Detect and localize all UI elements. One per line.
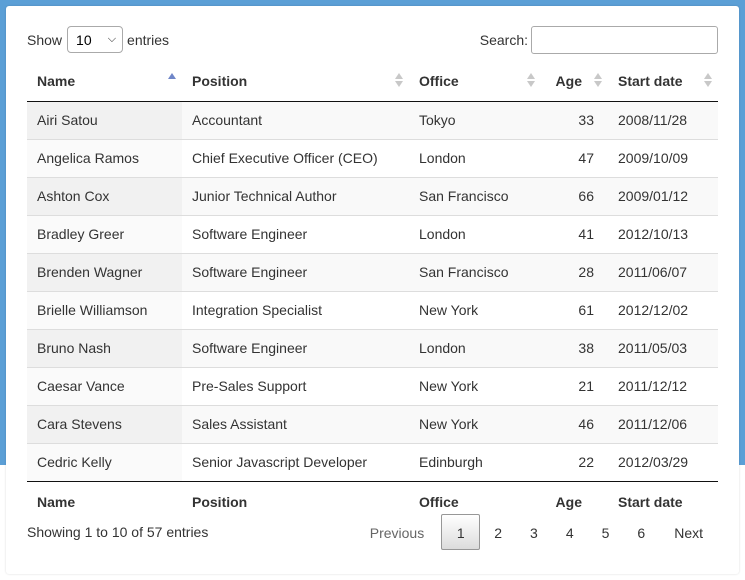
cell-position: Software Engineer	[182, 328, 409, 367]
cell-office: Tokyo	[409, 101, 541, 139]
cell-name: Brielle Williamson	[27, 290, 182, 329]
table-header-row: Name Position Office Age Start date	[27, 61, 718, 102]
search-input[interactable]	[531, 26, 718, 54]
cell-office: New York	[409, 366, 541, 405]
cell-start-date: 2012/03/29	[608, 442, 718, 482]
cell-name: Angelica Ramos	[27, 138, 182, 177]
table-row: Brenden Wagner Software Engineer San Franc…	[27, 252, 718, 291]
cell-start-date: 2011/12/06	[608, 404, 718, 443]
cell-start-date: 2009/01/12	[608, 176, 718, 215]
cell-start-date: 2008/11/28	[608, 101, 718, 139]
sort-icon	[704, 73, 712, 87]
cell-age: 46	[541, 404, 608, 443]
cell-position: Junior Technical Author	[182, 176, 409, 215]
cell-position: Chief Executive Officer (CEO)	[182, 138, 409, 177]
cell-start-date: 2009/10/09	[608, 138, 718, 177]
employees-table: Name Position Office Age Start date Airi…	[27, 61, 718, 522]
chevron-down-icon: ⌵	[107, 33, 117, 45]
search-control: Search:	[480, 26, 718, 54]
cell-start-date: 2012/12/02	[608, 290, 718, 329]
cell-office: London	[409, 138, 541, 177]
entries-select-value: 10	[76, 31, 92, 48]
pagination: Previous 1 2 3 4 5 6 Next	[353, 514, 718, 550]
search-label: Search:	[479, 32, 528, 48]
cell-start-date: 2011/06/07	[608, 252, 718, 291]
column-header-office[interactable]: Office	[409, 61, 541, 102]
column-header-position[interactable]: Position	[182, 61, 409, 102]
cell-age: 38	[541, 328, 608, 367]
sort-icon	[395, 73, 403, 87]
table-row: Airi Satou Accountant Tokyo 33 2008/11/28	[27, 101, 718, 139]
column-header-start-date[interactable]: Start date	[608, 61, 718, 102]
next-button[interactable]: Next	[659, 514, 718, 550]
cell-office: New York	[409, 404, 541, 443]
cell-age: 41	[541, 214, 608, 253]
table-row: Brielle Williamson Integration Specialist…	[27, 290, 718, 329]
entries-select[interactable]: 10 ⌵	[67, 26, 124, 53]
cell-position: Integration Specialist	[182, 290, 409, 329]
footer-header-name: Name	[37, 493, 76, 510]
cell-age: 28	[541, 252, 608, 291]
table-info: Showing 1 to 10 of 57 entries	[27, 524, 209, 540]
page-button[interactable]: 4	[552, 514, 588, 550]
page-button[interactable]: 2	[480, 514, 516, 550]
cell-age: 66	[541, 176, 608, 215]
cell-name: Ashton Cox	[27, 176, 182, 215]
cell-office: London	[409, 214, 541, 253]
column-header-age[interactable]: Age	[541, 61, 608, 102]
sort-ascending-icon	[168, 73, 176, 87]
cell-name: Airi Satou	[27, 101, 182, 139]
cell-office: London	[409, 328, 541, 367]
entries-label: entries	[127, 31, 170, 48]
table-row: Ashton Cox Junior Technical Author San Fra…	[27, 176, 718, 215]
cell-name: Bradley Greer	[27, 214, 182, 253]
previous-button[interactable]: Previous	[353, 514, 441, 550]
cell-age: 61	[541, 290, 608, 329]
cell-position: Sales Assistant	[182, 404, 409, 443]
table-row: Cara Stevens Sales Assistant New York 46 201…	[27, 404, 718, 443]
cell-name: Cedric Kelly	[27, 442, 182, 482]
table-row: Cedric Kelly Senior Javascript Developer E…	[27, 442, 718, 482]
page-button[interactable]: 3	[516, 514, 552, 550]
cell-position: Software Engineer	[182, 214, 409, 253]
show-label: Show	[27, 31, 63, 48]
cell-age: 22	[541, 442, 608, 482]
sort-icon	[594, 73, 602, 87]
cell-office: San Francisco	[409, 252, 541, 291]
table-row: Angelica Ramos Chief Executive Officer (C…	[27, 138, 718, 177]
cell-office: San Francisco	[409, 176, 541, 215]
table-row: Bruno Nash Software Engineer London 38 2011/…	[27, 328, 718, 367]
page-button[interactable]: 6	[623, 514, 659, 550]
entries-length-control: Show 10 ⌵ entries	[27, 26, 169, 53]
page-button-current[interactable]: 1	[441, 514, 481, 550]
cell-name: Cara Stevens	[27, 404, 182, 443]
cell-office: New York	[409, 290, 541, 329]
column-header-name[interactable]: Name	[27, 61, 182, 102]
cell-age: 33	[541, 101, 608, 139]
cell-start-date: 2011/05/03	[608, 328, 718, 367]
cell-office: Edinburgh	[409, 442, 541, 482]
cell-age: 21	[541, 366, 608, 405]
datatable-card: Show 10 ⌵ entries Search: Name Position …	[6, 6, 739, 574]
cell-start-date: 2012/10/13	[608, 214, 718, 253]
sort-icon	[527, 73, 535, 87]
cell-position: Pre-Sales Support	[182, 366, 409, 405]
cell-position: Accountant	[182, 101, 409, 139]
table-row: Bradley Greer Software Engineer London 41 20…	[27, 214, 718, 253]
cell-start-date: 2011/12/12	[608, 366, 718, 405]
cell-name: Caesar Vance	[27, 366, 182, 405]
table-row: Caesar Vance Pre-Sales Support New York 21 2…	[27, 366, 718, 405]
table-body: Airi Satou Accountant Tokyo 33 2008/11/28 Ang…	[27, 101, 718, 482]
cell-age: 47	[541, 138, 608, 177]
cell-position: Software Engineer	[182, 252, 409, 291]
cell-position: Senior Javascript Developer	[182, 442, 409, 482]
cell-name: Bruno Nash	[27, 328, 182, 367]
cell-name: Brenden Wagner	[27, 252, 182, 291]
page-button[interactable]: 5	[588, 514, 624, 550]
